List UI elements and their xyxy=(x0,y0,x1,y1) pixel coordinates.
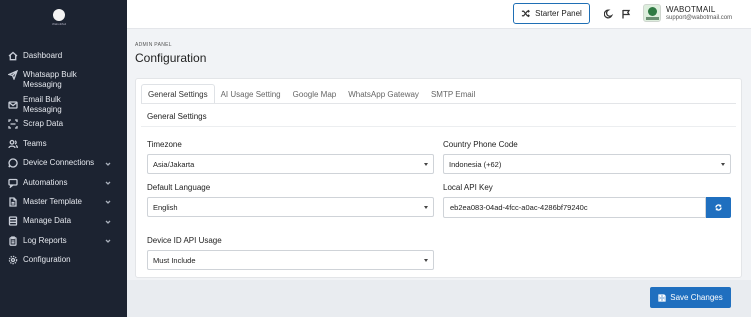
sidebar-item-label: Master Template xyxy=(23,197,82,207)
send-icon xyxy=(8,70,18,81)
sidebar-nav: Dashboard Whatsapp Bulk Messaging Email … xyxy=(0,46,127,270)
file-icon xyxy=(8,197,18,207)
sidebar: WabotMail Dashboard Whatsapp Bulk Messag… xyxy=(0,0,127,317)
device-id-label: Device ID API Usage xyxy=(147,236,222,245)
tab-google-map[interactable]: Google Map xyxy=(287,84,343,104)
sidebar-item-label: Teams xyxy=(23,138,47,148)
settings-card: General Settings AI Usage Setting Google… xyxy=(135,78,742,278)
caret-down-icon xyxy=(424,259,428,262)
tab-bar: General Settings AI Usage Setting Google… xyxy=(141,84,481,104)
device-id-select[interactable]: Must Include xyxy=(147,250,434,270)
sidebar-item-teams[interactable]: Teams xyxy=(0,134,127,153)
sidebar-item-log-reports[interactable]: Log Reports xyxy=(0,231,127,250)
chevron-down-icon xyxy=(105,218,111,224)
chevron-down-icon xyxy=(105,160,111,166)
chevron-down-icon xyxy=(105,237,111,244)
caret-down-icon xyxy=(424,163,428,166)
device-id-value: Must Include xyxy=(153,255,196,265)
avatar-logo-mark xyxy=(648,7,657,16)
starter-panel-button[interactable]: Starter Panel xyxy=(513,3,590,24)
sidebar-item-configuration[interactable]: Configuration xyxy=(0,251,127,270)
whatsapp-icon xyxy=(8,158,18,168)
scan-icon xyxy=(8,119,18,130)
sidebar-item-label: Dashboard xyxy=(23,50,63,60)
country-code-select[interactable]: Indonesia (+62) xyxy=(443,154,731,174)
save-label: Save Changes xyxy=(670,293,723,302)
logo-icon xyxy=(53,9,65,21)
api-key-input[interactable]: eb2ea083-04ad-4fcc-a0ac-4286bf79240c xyxy=(443,197,706,218)
logo-text: WabotMail xyxy=(52,22,67,26)
sidebar-item-label: Whatsapp Bulk Messaging xyxy=(23,70,77,90)
chat-icon xyxy=(8,178,18,188)
avatar[interactable] xyxy=(643,4,661,22)
tab-ai-usage-setting[interactable]: AI Usage Setting xyxy=(215,84,287,104)
chevron-down-icon xyxy=(105,198,111,205)
section-divider xyxy=(141,126,736,127)
tab-divider xyxy=(141,103,736,104)
language-label: Default Language xyxy=(147,183,211,192)
api-key-label: Local API Key xyxy=(443,183,493,192)
clipboard-icon xyxy=(8,236,18,246)
chevron-down-icon xyxy=(105,179,111,185)
sidebar-item-label: Scrap Data xyxy=(23,119,64,129)
sidebar-item-email-bulk[interactable]: Email Bulk Messaging xyxy=(0,95,127,114)
tab-general-settings[interactable]: General Settings xyxy=(141,84,215,104)
page-title: Configuration xyxy=(135,51,207,65)
flag-icon[interactable] xyxy=(621,9,631,19)
regenerate-key-button[interactable] xyxy=(706,197,731,218)
timezone-value: Asia/Jakarta xyxy=(153,159,195,169)
sidebar-item-label: Configuration xyxy=(23,255,71,265)
gear-icon xyxy=(8,255,18,265)
mail-icon xyxy=(8,100,18,110)
home-icon xyxy=(8,51,18,61)
breadcrumb: ADMIN PANEL xyxy=(135,42,172,48)
logo[interactable]: WabotMail xyxy=(52,9,67,26)
sidebar-item-scrap-data[interactable]: Scrap Data xyxy=(0,115,127,134)
language-select[interactable]: English xyxy=(147,197,434,217)
database-icon xyxy=(8,216,18,227)
sidebar-item-label: Log Reports xyxy=(23,235,67,245)
caret-down-icon xyxy=(424,206,428,209)
sidebar-item-manage-data[interactable]: Manage Data xyxy=(0,212,127,231)
tab-whatsapp-gateway[interactable]: WhatsApp Gateway xyxy=(342,84,425,104)
sidebar-item-automations[interactable]: Automations xyxy=(0,173,127,192)
country-code-value: Indonesia (+62) xyxy=(449,159,502,169)
save-button[interactable]: Save Changes xyxy=(650,287,731,308)
save-icon xyxy=(658,293,666,302)
users-icon xyxy=(8,139,18,149)
sidebar-item-device-connections[interactable]: Device Connections xyxy=(0,154,127,173)
user-email: support@wabotmail.com xyxy=(666,15,733,21)
caret-down-icon xyxy=(721,163,725,166)
sidebar-item-whatsapp-bulk[interactable]: Whatsapp Bulk Messaging xyxy=(0,65,127,95)
topbar: Starter Panel WABOTMAIL support@wabotmai… xyxy=(127,0,751,29)
sidebar-item-label: Device Connections xyxy=(23,158,95,168)
sidebar-item-label: Email Bulk Messaging xyxy=(23,95,62,115)
sidebar-item-label: Manage Data xyxy=(23,216,72,226)
avatar-logo-text xyxy=(646,17,659,20)
user-name: WABOTMAIL xyxy=(666,5,716,14)
refresh-icon xyxy=(715,204,722,211)
section-title: General Settings xyxy=(147,112,207,121)
timezone-label: Timezone xyxy=(147,140,182,149)
tab-smtp-email[interactable]: SMTP Email xyxy=(425,84,481,104)
sidebar-item-dashboard[interactable]: Dashboard xyxy=(0,46,127,65)
moon-icon[interactable] xyxy=(603,9,614,19)
starter-panel-label: Starter Panel xyxy=(535,9,582,18)
language-value: English xyxy=(153,202,178,212)
country-code-label: Country Phone Code xyxy=(443,140,518,149)
api-key-value: eb2ea083-04ad-4fcc-a0ac-4286bf79240c xyxy=(450,203,588,212)
sidebar-item-master-template[interactable]: Master Template xyxy=(0,192,127,211)
timezone-select[interactable]: Asia/Jakarta xyxy=(147,154,434,174)
sidebar-item-label: Automations xyxy=(23,177,68,187)
shuffle-icon xyxy=(522,9,531,18)
